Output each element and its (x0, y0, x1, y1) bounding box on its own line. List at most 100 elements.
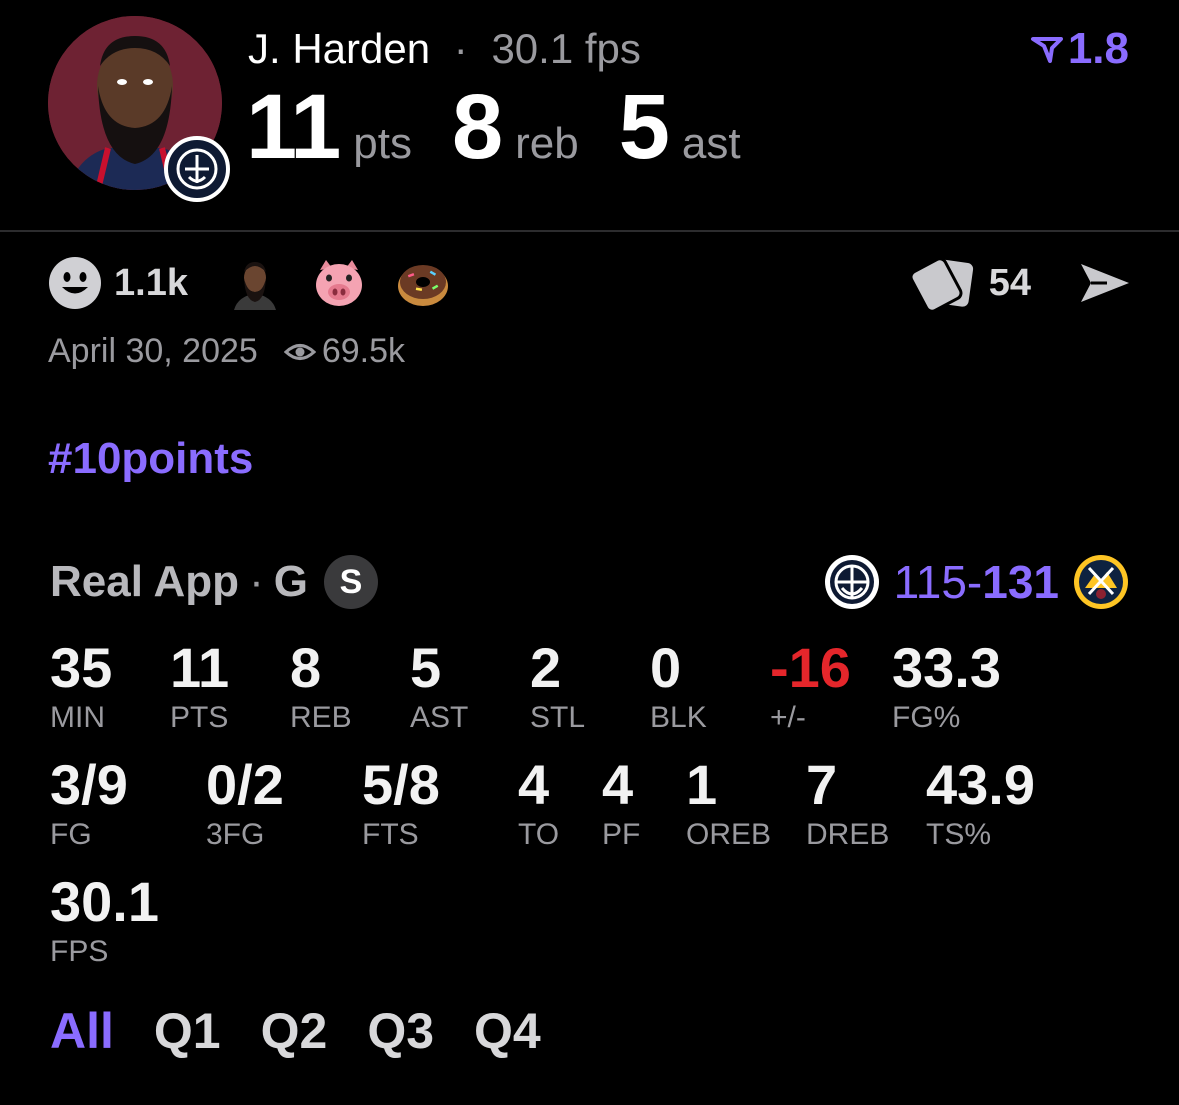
headline-points-unit: pts (353, 119, 412, 168)
stat-dreb: 7 DREB (806, 755, 889, 853)
stat-stl: 2 STL (530, 638, 585, 736)
stat-value: 8 (290, 636, 322, 699)
stat-value: 5/8 (362, 753, 440, 816)
stat-value: 7 (806, 753, 838, 816)
stat-blk: 0 BLK (650, 638, 707, 736)
score-text: 115-131 (894, 555, 1059, 609)
stat-label: FPS (50, 935, 109, 968)
quarter-tabs: All Q1 Q2 Q3 Q4 (50, 1002, 541, 1060)
stat-label: REB (290, 701, 352, 734)
stat-label: TO (518, 818, 560, 851)
stat-value: 35 (50, 636, 113, 699)
stat-label: MIN (50, 701, 105, 734)
headline-stats: 11 pts 8 reb 5 ast (246, 76, 781, 178)
tab-all[interactable]: All (50, 1002, 114, 1060)
score-dash: - (966, 556, 983, 608)
pig-face-icon[interactable] (312, 256, 366, 310)
cards-icon[interactable] (910, 255, 977, 311)
stat-pts: 11 PTS (170, 638, 229, 736)
stat-fg: 3/9 FG (50, 755, 128, 853)
nuggets-logo-icon (1074, 555, 1128, 609)
headline-points-value: 11 (246, 76, 341, 178)
multiplier-badge[interactable]: 1.8 (1030, 24, 1129, 74)
name-separator: · (453, 25, 468, 72)
stat-value: 0 (650, 636, 682, 699)
reaction-smiley-icon[interactable] (48, 256, 102, 310)
stat-value: 11 (170, 636, 230, 699)
game-separator: · (249, 557, 264, 606)
donut-icon[interactable] (396, 256, 450, 310)
stat-value: 0/2 (206, 753, 284, 816)
stat-fts: 5/8 FTS (362, 755, 440, 853)
stat-value: 33.3 (892, 636, 1001, 699)
stat-label: DREB (806, 818, 890, 851)
reaction-bar: 1.1k (48, 256, 480, 310)
multiplier-icon (1030, 37, 1063, 63)
cards-count[interactable]: 54 (989, 262, 1031, 305)
stat-label: PTS (170, 701, 229, 734)
stat-label: AST (410, 701, 469, 734)
headline-rebounds-unit: reb (515, 119, 579, 168)
stat-label: FTS (362, 818, 419, 851)
stat-label: PF (602, 818, 641, 851)
reaction-count[interactable]: 1.1k (114, 262, 188, 305)
stat-label: OREB (686, 818, 772, 851)
stat-value: 30.1 (50, 870, 159, 933)
stat-label: BLK (650, 701, 707, 734)
headline-assists-value: 5 (618, 76, 670, 178)
stat-value: 2 (530, 636, 562, 699)
stat-value: 3/9 (50, 753, 128, 816)
stat-label: FG (50, 818, 92, 851)
player-name[interactable]: J. Harden (248, 25, 430, 72)
team-logo-icon (164, 136, 230, 202)
share-send-icon[interactable] (1077, 260, 1133, 306)
hashtag-link[interactable]: #10points (48, 434, 253, 484)
tab-q4[interactable]: Q4 (474, 1002, 541, 1060)
player-position: G (273, 557, 308, 606)
stat-to: 4 TO (518, 755, 559, 853)
stat-label: TS% (926, 818, 992, 851)
post-meta: April 30, 2025 69.5k (48, 332, 405, 371)
stat-label: FG% (892, 701, 961, 734)
stat-value: 4 (518, 753, 550, 816)
player-face-icon[interactable] (228, 256, 282, 310)
fps-summary: 30.1 fps (491, 25, 641, 72)
stat-value: 1 (686, 753, 718, 816)
stat-value: 43.9 (926, 753, 1035, 816)
view-count: 69.5k (321, 332, 405, 370)
stat-plus-minus: -16 +/- (770, 638, 851, 736)
clippers-logo-icon (824, 555, 879, 609)
post-actions: 54 (910, 254, 1133, 312)
app-source: Real App (50, 557, 240, 606)
stat-fg-pct: 33.3 FG% (892, 638, 1001, 736)
stat-ts-pct: 43.9 TS% (926, 755, 1035, 853)
headline-assists-unit: ast (681, 119, 741, 168)
player-name-line[interactable]: J. Harden · 30.1 fps (248, 24, 641, 74)
score-away: 115 (893, 556, 967, 608)
stat-3fg: 0/2 3FG (206, 755, 284, 853)
post-card: J. Harden · 30.1 fps 1.8 11 pts 8 reb 5 … (0, 0, 1179, 1105)
stat-min: 35 MIN (50, 638, 112, 736)
game-info: Real App · G S (50, 555, 378, 609)
game-score[interactable]: 115-131 (824, 554, 1129, 610)
stat-value: 5 (410, 636, 442, 699)
stat-label: STL (530, 701, 586, 734)
stat-fps: 30.1 FPS (50, 872, 159, 970)
stat-value: 4 (602, 753, 634, 816)
tab-q3[interactable]: Q3 (367, 1002, 434, 1060)
stat-label: 3FG (206, 818, 265, 851)
eye-icon (283, 343, 316, 360)
post-date: April 30, 2025 (48, 332, 258, 370)
view-count-group: 69.5k (283, 332, 405, 371)
header-divider (0, 230, 1179, 232)
tab-q1[interactable]: Q1 (154, 1002, 221, 1060)
stat-pf: 4 PF (602, 755, 640, 853)
stat-reb: 8 REB (290, 638, 352, 736)
multiplier-value: 1.8 (1067, 24, 1129, 73)
stat-value: -16 (770, 636, 851, 699)
starter-badge: S (323, 555, 378, 609)
stat-oreb: 1 OREB (686, 755, 771, 853)
headline-rebounds-value: 8 (451, 76, 503, 178)
tab-q2[interactable]: Q2 (261, 1002, 328, 1060)
stat-label: +/- (770, 701, 806, 734)
